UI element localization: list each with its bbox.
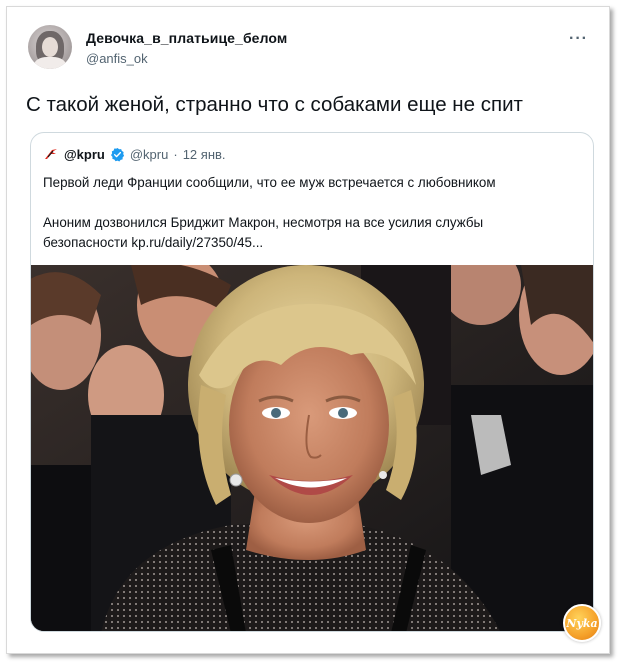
quoted-link-line[interactable]: безопасности kp.ru/daily/27350/45... [43, 233, 583, 253]
avatar[interactable] [28, 25, 72, 69]
tweet-header: Девочка_в_платьице_белом @anfis_ok ··· [24, 22, 594, 74]
more-options-icon[interactable]: ··· [569, 30, 588, 48]
quoted-tweet-body: Первой леди Франции сообщили, что ее муж… [43, 173, 583, 253]
quoted-author-handle[interactable]: @kpru [130, 147, 169, 162]
quoted-line-2: Аноним дозвонился Бриджит Макрон, несмот… [43, 215, 484, 230]
quoted-photo[interactable] [31, 265, 593, 631]
quoted-tweet-header: @kpru @kpru · 12 янв. [43, 145, 226, 163]
separator-dot: · [173, 146, 178, 162]
quoted-date[interactable]: 12 янв. [183, 147, 226, 162]
watermark-logo: Nyka [563, 604, 601, 642]
quoted-tweet-card[interactable]: @kpru @kpru · 12 янв. Первой леди Франци… [30, 132, 594, 632]
quoted-line-1: Первой леди Франции сообщили, что ее муж… [43, 175, 496, 190]
tweet-text: С такой женой, странно что с собаками ещ… [26, 93, 523, 116]
verified-badge-icon [110, 147, 124, 161]
photo-illustration [31, 265, 593, 631]
quoted-author-name[interactable]: @kpru [64, 147, 105, 162]
author-handle[interactable]: @anfis_ok [86, 51, 287, 66]
kp-logo-icon [45, 149, 57, 159]
author-display-name[interactable]: Девочка_в_платьице_белом [86, 30, 287, 46]
author-block: Девочка_в_платьице_белом @anfis_ok [86, 30, 287, 66]
